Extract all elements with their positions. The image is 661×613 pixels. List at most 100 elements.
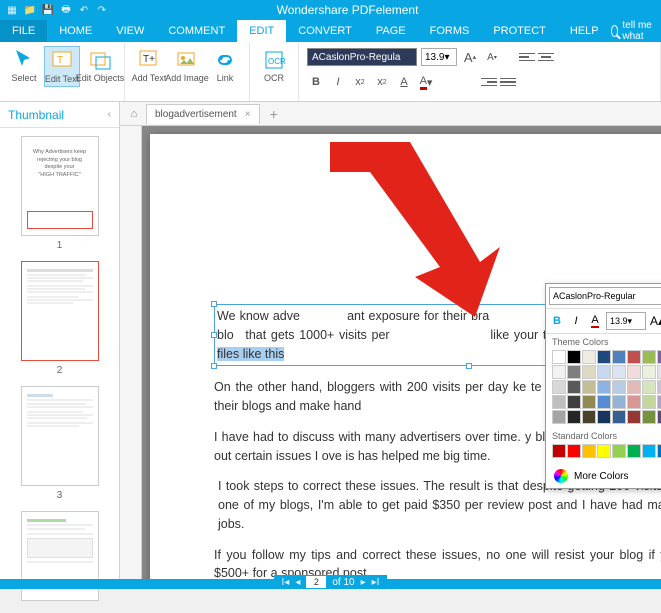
tab-protect[interactable]: PROTECT	[481, 20, 558, 42]
color-swatch[interactable]	[627, 444, 641, 458]
shrink-font-button[interactable]: A▾	[483, 48, 501, 66]
tab-comment[interactable]: COMMENT	[156, 20, 237, 42]
popup-font-color-button[interactable]: A	[587, 313, 603, 329]
tab-page[interactable]: PAGE	[364, 20, 418, 42]
align-justify-button[interactable]	[500, 75, 516, 89]
color-swatch[interactable]	[597, 395, 611, 409]
color-swatch[interactable]	[552, 380, 566, 394]
color-swatch[interactable]	[582, 395, 596, 409]
document-tab[interactable]: blogadvertisement ×	[146, 104, 260, 124]
ocr-button[interactable]: OCR OCR	[256, 46, 292, 85]
color-swatch[interactable]	[627, 380, 641, 394]
color-swatch[interactable]	[552, 444, 566, 458]
last-page-button[interactable]: ▸I	[372, 577, 380, 588]
popup-grow-font[interactable]: A▴	[649, 313, 661, 329]
tab-convert[interactable]: CONVERT	[286, 20, 364, 42]
color-swatch[interactable]	[567, 395, 581, 409]
superscript-button[interactable]: x2	[351, 73, 369, 91]
thumbnail-page-2[interactable]	[21, 261, 99, 361]
resize-handle[interactable]	[211, 332, 217, 338]
color-swatch[interactable]	[552, 410, 566, 424]
tab-forms[interactable]: FORMS	[418, 20, 482, 42]
color-swatch[interactable]	[627, 350, 641, 364]
home-icon[interactable]: ⌂	[126, 106, 142, 122]
next-page-button[interactable]: ▸	[361, 577, 366, 588]
align-right-button[interactable]	[481, 75, 497, 89]
color-swatch[interactable]	[657, 395, 661, 409]
edit-objects-button[interactable]: Edit Objects	[82, 46, 118, 87]
qat-undo-icon[interactable]: ↶	[78, 4, 90, 16]
color-swatch[interactable]	[567, 410, 581, 424]
resize-handle[interactable]	[466, 363, 472, 369]
color-swatch[interactable]	[582, 350, 596, 364]
color-swatch[interactable]	[642, 365, 656, 379]
color-swatch[interactable]	[627, 395, 641, 409]
link-button[interactable]: Link	[207, 46, 243, 85]
color-swatch[interactable]	[612, 350, 626, 364]
tab-help[interactable]: HELP	[558, 20, 611, 42]
color-swatch[interactable]	[597, 444, 611, 458]
qat-open-icon[interactable]: 📁	[24, 4, 36, 16]
align-left-button[interactable]	[519, 50, 535, 64]
grow-font-button[interactable]: A▴	[461, 48, 479, 66]
color-swatch[interactable]	[657, 380, 661, 394]
color-swatch[interactable]	[642, 444, 656, 458]
select-button[interactable]: Select	[6, 46, 42, 87]
tell-me-search[interactable]: tell me what	[611, 20, 661, 42]
resize-handle[interactable]	[211, 301, 217, 307]
prev-page-button[interactable]: ◂	[295, 577, 300, 588]
sidebar-collapse-icon[interactable]: ‹	[108, 109, 111, 120]
qat-redo-icon[interactable]: ↷	[96, 4, 108, 16]
color-swatch[interactable]	[642, 380, 656, 394]
color-swatch[interactable]	[582, 365, 596, 379]
popup-bold-button[interactable]: B	[549, 313, 565, 329]
color-swatch[interactable]	[552, 395, 566, 409]
color-swatch[interactable]	[657, 365, 661, 379]
more-colors-button[interactable]: More Colors	[546, 464, 661, 488]
tab-view[interactable]: VIEW	[104, 20, 156, 42]
popup-italic-button[interactable]: I	[568, 313, 584, 329]
color-swatch[interactable]	[552, 365, 566, 379]
color-swatch[interactable]	[597, 380, 611, 394]
color-swatch[interactable]	[612, 395, 626, 409]
color-swatch[interactable]	[657, 410, 661, 424]
color-swatch[interactable]	[627, 410, 641, 424]
add-text-button[interactable]: T+ Add Text	[131, 46, 167, 85]
color-swatch[interactable]	[612, 410, 626, 424]
color-swatch[interactable]	[567, 380, 581, 394]
color-swatch[interactable]	[642, 350, 656, 364]
color-swatch[interactable]	[552, 350, 566, 364]
font-size-select[interactable]: 13.9 ▾	[421, 48, 457, 66]
underline-button[interactable]: A	[395, 73, 413, 91]
color-swatch[interactable]	[657, 444, 661, 458]
color-swatch[interactable]	[612, 444, 626, 458]
color-swatch[interactable]	[567, 444, 581, 458]
color-swatch[interactable]	[582, 410, 596, 424]
color-swatch[interactable]	[597, 410, 611, 424]
popup-font-select[interactable]: ACaslonPro-Regular	[549, 287, 661, 305]
qat-new-icon[interactable]: ▦	[6, 4, 18, 16]
color-swatch[interactable]	[597, 365, 611, 379]
color-swatch[interactable]	[582, 380, 596, 394]
new-tab-button[interactable]: +	[264, 106, 284, 122]
popup-font-size[interactable]: 13.9 ▾	[606, 312, 646, 330]
page-number-input[interactable]: 2	[306, 576, 326, 588]
tab-edit[interactable]: EDIT	[237, 20, 286, 42]
resize-handle[interactable]	[211, 363, 217, 369]
first-page-button[interactable]: I◂	[282, 577, 290, 588]
italic-button[interactable]: I	[329, 73, 347, 91]
font-color-button[interactable]: A▾	[417, 73, 435, 91]
color-swatch[interactable]	[612, 380, 626, 394]
resize-handle[interactable]	[466, 301, 472, 307]
thumbnail-page-3[interactable]	[21, 386, 99, 486]
color-swatch[interactable]	[657, 350, 661, 364]
color-swatch[interactable]	[582, 444, 596, 458]
menu-file[interactable]: FILE	[0, 20, 47, 42]
edit-text-button[interactable]: T Edit Text	[44, 46, 80, 87]
color-swatch[interactable]	[567, 365, 581, 379]
font-name-select[interactable]: ACaslonPro-Regula	[307, 48, 417, 66]
bold-button[interactable]: B	[307, 73, 325, 91]
qat-print-icon[interactable]: 🖶	[60, 4, 72, 16]
align-center-button[interactable]	[538, 50, 554, 64]
color-swatch[interactable]	[597, 350, 611, 364]
